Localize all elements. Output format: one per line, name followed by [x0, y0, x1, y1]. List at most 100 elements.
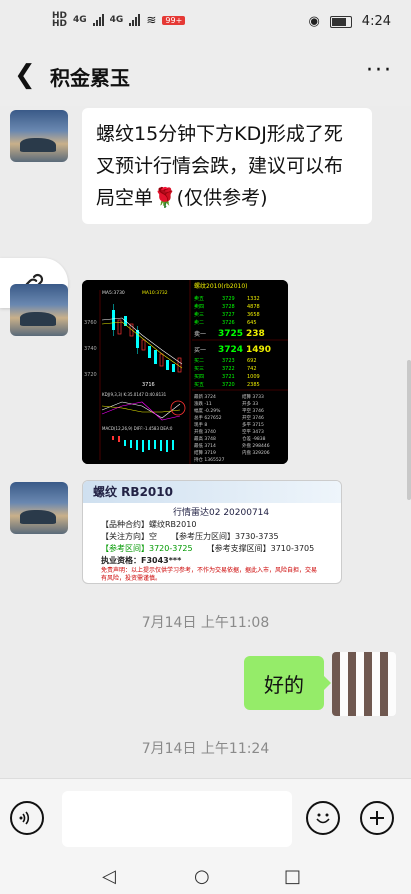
- y-tick-1: 3760: [84, 320, 97, 326]
- card-subtitle: 行情雷达02 20200714: [173, 508, 270, 518]
- svg-text:卖二: 卖二: [194, 320, 204, 326]
- status-left: HD HD 4G 4G ≋ 99+: [52, 12, 186, 29]
- svg-text:平空 3746: 平空 3746: [242, 407, 264, 414]
- contact-avatar-2[interactable]: [10, 284, 68, 336]
- svg-text:742: 742: [247, 366, 257, 372]
- message-input[interactable]: [62, 791, 292, 847]
- svg-text:3725: 3725: [218, 329, 243, 339]
- status-right: ◉ 4:24: [308, 14, 391, 29]
- svg-text:3724: 3724: [218, 345, 243, 355]
- scrollbar[interactable]: [407, 360, 411, 500]
- timestamp: 7月14日 上午11:08: [141, 615, 270, 631]
- signal-icon: [92, 14, 104, 26]
- card-row: 【关注方向】空: [101, 532, 157, 541]
- svg-text:买一: 买一: [194, 346, 206, 354]
- chat-header: ❮ 积金累玉 ···: [0, 44, 411, 106]
- svg-text:外盘 298446: 外盘 298446: [242, 442, 270, 449]
- svg-text:238: 238: [246, 329, 265, 339]
- card-body: 【品种合约】螺纹RB2010 【关注方向】空 【参考压力区间】3730-3735…: [101, 519, 321, 583]
- svg-text:3727: 3727: [222, 312, 235, 318]
- my-avatar[interactable]: [332, 652, 396, 716]
- input-bar: [0, 778, 411, 857]
- svg-text:持仓 1365527: 持仓 1365527: [194, 456, 225, 463]
- card-header: 螺纹 RB2010: [83, 481, 341, 503]
- svg-text:卖三: 卖三: [194, 312, 204, 318]
- svg-text:4878: 4878: [247, 304, 260, 310]
- analysis-card-image[interactable]: 螺纹 RB2010 行情雷达02 20200714 【品种合约】螺纹RB2010…: [82, 480, 342, 584]
- kdj-label: KDJ(9,3,3) K:35.0147 D:40.8131: [102, 392, 167, 397]
- network-label-2: 4G: [109, 15, 124, 25]
- contact-avatar[interactable]: [10, 110, 68, 162]
- chart-image-message[interactable]: 3760 3740 3720 MA5:3730 MA10:3732 3716 K…: [82, 280, 288, 464]
- svg-text:开盘 3740: 开盘 3740: [194, 428, 216, 435]
- svg-text:3721: 3721: [222, 374, 235, 380]
- voice-icon[interactable]: [10, 801, 44, 835]
- svg-text:3716: 3716: [142, 382, 155, 388]
- svg-text:卖四: 卖四: [194, 304, 204, 310]
- notification-badge: 99+: [162, 15, 186, 25]
- text-message-bubble[interactable]: 螺纹15分钟下方KDJ形成了死叉预计行情会跌，建议可以布局空单🌹(仅供参考): [82, 108, 372, 224]
- y-tick-3: 3720: [84, 372, 97, 378]
- svg-text:总手 627652: 总手 627652: [194, 414, 222, 421]
- more-options-icon[interactable]: ···: [366, 58, 393, 83]
- svg-text:结算 3719: 结算 3719: [194, 449, 216, 456]
- svg-text:买五: 买五: [194, 381, 204, 388]
- svg-text:2385: 2385: [247, 382, 260, 388]
- svg-text:692: 692: [247, 358, 257, 364]
- svg-text:涨跌 -11: 涨跌 -11: [194, 400, 212, 407]
- svg-text:仓差 -9838: 仓差 -9838: [242, 435, 266, 442]
- ma10-label: MA10:3732: [142, 290, 168, 296]
- svg-text:卖一: 卖一: [194, 331, 206, 338]
- svg-text:3722: 3722: [222, 366, 235, 372]
- battery-icon: [329, 15, 352, 28]
- nav-back-icon[interactable]: ◁: [102, 866, 116, 887]
- svg-text:空平 3473: 空平 3473: [242, 428, 264, 435]
- svg-text:开多 33: 开多 33: [242, 400, 258, 407]
- svg-text:最新 3724: 最新 3724: [194, 393, 216, 400]
- svg-text:3723: 3723: [222, 358, 235, 364]
- y-tick-2: 3740: [84, 346, 97, 352]
- plus-icon[interactable]: [360, 801, 394, 835]
- svg-text:结算 3733: 结算 3733: [242, 393, 264, 400]
- trading-chart-svg: 3760 3740 3720 MA5:3730 MA10:3732 3716 K…: [82, 280, 288, 464]
- eye-icon: ◉: [308, 14, 320, 29]
- card-row: 【参考压力区间】3730-3735: [171, 532, 279, 541]
- svg-text:卖五: 卖五: [194, 296, 204, 302]
- svg-text:1332: 1332: [247, 296, 260, 302]
- svg-text:3729: 3729: [222, 296, 235, 302]
- chat-title: 积金累玉: [50, 66, 130, 90]
- back-icon[interactable]: ❮: [14, 60, 36, 90]
- svg-text:买三: 买三: [194, 365, 204, 372]
- svg-text:内盘 329206: 内盘 329206: [242, 449, 270, 456]
- svg-text:买二: 买二: [194, 357, 204, 364]
- wifi-icon: ≋: [146, 13, 157, 27]
- nav-home-icon[interactable]: ○: [194, 866, 210, 887]
- svg-text:3726: 3726: [222, 320, 235, 326]
- timestamp-2: 7月14日 上午11:24: [141, 741, 270, 757]
- ma-label: MA5:3730: [102, 290, 125, 296]
- sim-indicators: HD HD: [52, 12, 68, 29]
- emoji-icon[interactable]: [306, 801, 340, 835]
- svg-text:3720: 3720: [222, 382, 235, 388]
- svg-text:买四: 买四: [194, 373, 204, 380]
- card-row: 执业资格：F3043***: [101, 556, 182, 565]
- svg-text:1490: 1490: [246, 345, 271, 355]
- svg-text:最低 3714: 最低 3714: [194, 442, 216, 449]
- reply-bubble[interactable]: 好的: [244, 656, 331, 710]
- nav-recent-icon[interactable]: □: [284, 866, 301, 887]
- svg-text:现手 8: 现手 8: [194, 421, 207, 428]
- svg-text:开空 3746: 开空 3746: [242, 414, 264, 421]
- svg-text:3658: 3658: [247, 312, 260, 318]
- card-row: 【品种合约】螺纹RB2010: [101, 520, 197, 529]
- card-row: 【参考区间】3720-3725: [101, 544, 193, 553]
- svg-text:幅度 -0.29%: 幅度 -0.29%: [194, 407, 221, 414]
- status-bar: HD HD 4G 4G ≋ 99+ ◉ 4:24: [0, 0, 411, 44]
- hd-label-2: HD: [52, 19, 68, 29]
- system-nav-bar: ◁ ○ □: [0, 856, 411, 894]
- card-disclaimer: 免责声明：以上提示仅供学习参考，不作为交易依据，据此入市，风险自担，交易有风险，…: [101, 567, 318, 582]
- svg-text:多平 3715: 多平 3715: [242, 421, 264, 428]
- macd-label: MACD(12,26,9) DIFF:-1.4583 DEA:0: [102, 426, 173, 431]
- svg-text:645: 645: [247, 320, 257, 326]
- contact-avatar-3[interactable]: [10, 482, 68, 534]
- card-row: 【参考支撑区间】3710-3705: [206, 544, 315, 553]
